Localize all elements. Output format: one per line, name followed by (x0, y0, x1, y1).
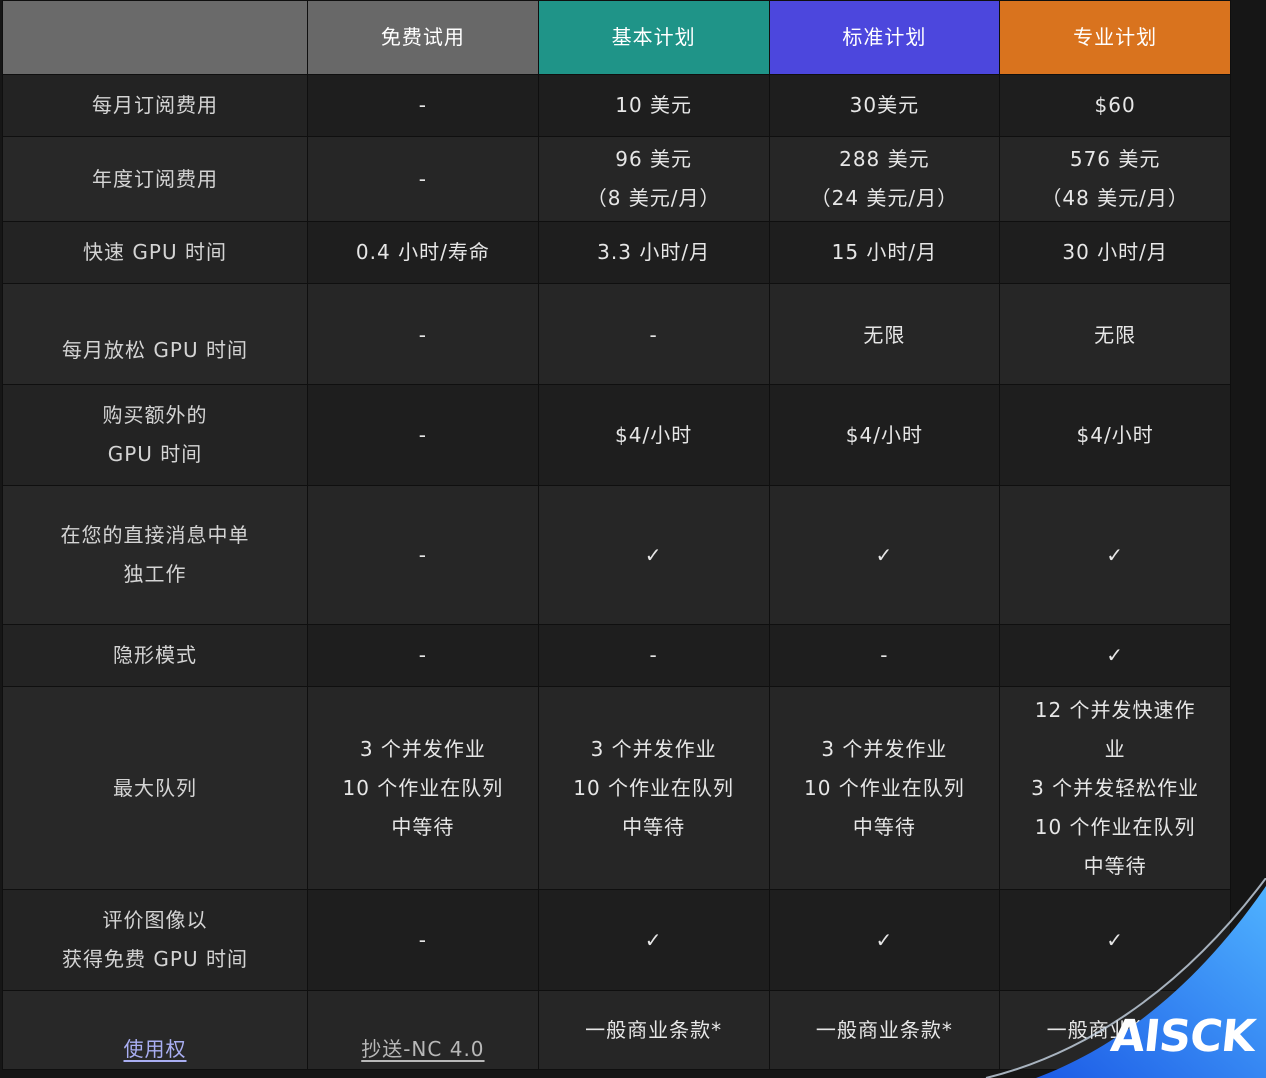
plan-header-basic: 基本计划 (537, 0, 770, 75)
license-cell: 使用权 (2, 990, 308, 1070)
cell-pro: 无限 (999, 283, 1231, 385)
plan-header-standard: 标准计划 (768, 0, 1001, 75)
cell-free: - (307, 889, 539, 991)
cell-basic: 3 个并发作业 10 个作业在队列 中等待 (537, 686, 770, 890)
cell-basic: 3.3 小时/月 (537, 221, 770, 284)
header-corner-cell (2, 0, 308, 75)
table-row-monthly-fee: 每月订阅费用 - 10 美元 30美元 $60 (2, 74, 1231, 137)
table-row-license: 使用权 抄送-NC 4.0 一般商业条款* 一般商业条款* 一般商业条款* (2, 990, 1231, 1070)
table-row-rate-images: 评价图像以 获得免费 GPU 时间 - ✓ ✓ ✓ (2, 889, 1231, 991)
cell-free: - (307, 384, 539, 486)
cell-basic: 96 美元 （8 美元/月） (537, 136, 770, 222)
cell-free: - (307, 74, 539, 137)
cell-pro: 30 小时/月 (999, 221, 1231, 284)
check-icon: ✓ (999, 624, 1231, 687)
table-row-yearly-fee: 年度订阅费用 - 96 美元 （8 美元/月） 288 美元 （24 美元/月）… (2, 136, 1231, 222)
cell-free: 抄送-NC 4.0 (307, 990, 539, 1070)
plan-header-free: 免费试用 (307, 0, 539, 75)
row-label: 快速 GPU 时间 (2, 221, 308, 284)
cell-free: 3 个并发作业 10 个作业在队列 中等待 (307, 686, 539, 890)
row-label: 在您的直接消息中单 独工作 (2, 485, 308, 625)
cell-free: 0.4 小时/寿命 (307, 221, 539, 284)
cell-pro: 576 美元 （48 美元/月） (999, 136, 1231, 222)
cell-pro: $4/小时 (999, 384, 1231, 486)
cell-standard: 30美元 (768, 74, 1001, 137)
cell-basic: $4/小时 (537, 384, 770, 486)
table-row-extra-gpu: 购买额外的 GPU 时间 - $4/小时 $4/小时 $4/小时 (2, 384, 1231, 486)
check-icon: ✓ (768, 485, 1001, 625)
cell-pro: $60 (999, 74, 1231, 137)
table-row-fast-gpu: 快速 GPU 时间 0.4 小时/寿命 3.3 小时/月 15 小时/月 30 … (2, 221, 1231, 284)
table-row-max-queue: 最大队列 3 个并发作业 10 个作业在队列 中等待 3 个并发作业 10 个作… (2, 686, 1231, 890)
cell-basic: - (537, 624, 770, 687)
cell-basic: 一般商业条款* (537, 990, 770, 1070)
check-icon: ✓ (537, 889, 770, 991)
cc-nc-license-link[interactable]: 抄送-NC 4.0 (361, 1037, 484, 1061)
cell-standard: 一般商业条款* (768, 990, 1001, 1070)
row-label: 年度订阅费用 (2, 136, 308, 222)
cell-pro: 一般商业条款* (999, 990, 1231, 1070)
row-label: 最大队列 (2, 686, 308, 890)
check-icon: ✓ (768, 889, 1001, 991)
cell-free: - (307, 136, 539, 222)
row-label: 隐形模式 (2, 624, 308, 687)
cell-basic: - (537, 283, 770, 385)
check-icon: ✓ (537, 485, 770, 625)
plan-header-row: 免费试用 基本计划 标准计划 专业计划 (2, 0, 1231, 75)
stage: 免费试用 基本计划 标准计划 专业计划 每月订阅费用 - 10 美元 30美元 … (0, 0, 1266, 1078)
cell-basic: 10 美元 (537, 74, 770, 137)
cell-standard: $4/小时 (768, 384, 1001, 486)
cell-free: - (307, 485, 539, 625)
check-icon: ✓ (999, 889, 1231, 991)
cell-standard: 288 美元 （24 美元/月） (768, 136, 1001, 222)
cell-standard: 无限 (768, 283, 1001, 385)
plan-header-pro: 专业计划 (999, 0, 1231, 75)
cell-free: - (307, 624, 539, 687)
cell-standard: 3 个并发作业 10 个作业在队列 中等待 (768, 686, 1001, 890)
row-label: 购买额外的 GPU 时间 (2, 384, 308, 486)
cell-free: - (307, 283, 539, 385)
row-label: 评价图像以 获得免费 GPU 时间 (2, 889, 308, 991)
cell-pro: 12 个并发快速作 业 3 个并发轻松作业 10 个作业在队列 中等待 (999, 686, 1231, 890)
cell-standard: - (768, 624, 1001, 687)
check-icon: ✓ (999, 485, 1231, 625)
table-row-relax-gpu: 每月放松 GPU 时间 - - 无限 无限 (2, 283, 1231, 385)
pricing-table: 免费试用 基本计划 标准计划 专业计划 每月订阅费用 - 10 美元 30美元 … (2, 0, 1231, 1070)
row-label: 每月订阅费用 (2, 74, 308, 137)
table-row-stealth-mode: 隐形模式 - - - ✓ (2, 624, 1231, 687)
license-link[interactable]: 使用权 (124, 1037, 187, 1061)
table-row-direct-message: 在您的直接消息中单 独工作 - ✓ ✓ ✓ (2, 485, 1231, 625)
row-label: 每月放松 GPU 时间 (2, 283, 308, 385)
cell-standard: 15 小时/月 (768, 221, 1001, 284)
